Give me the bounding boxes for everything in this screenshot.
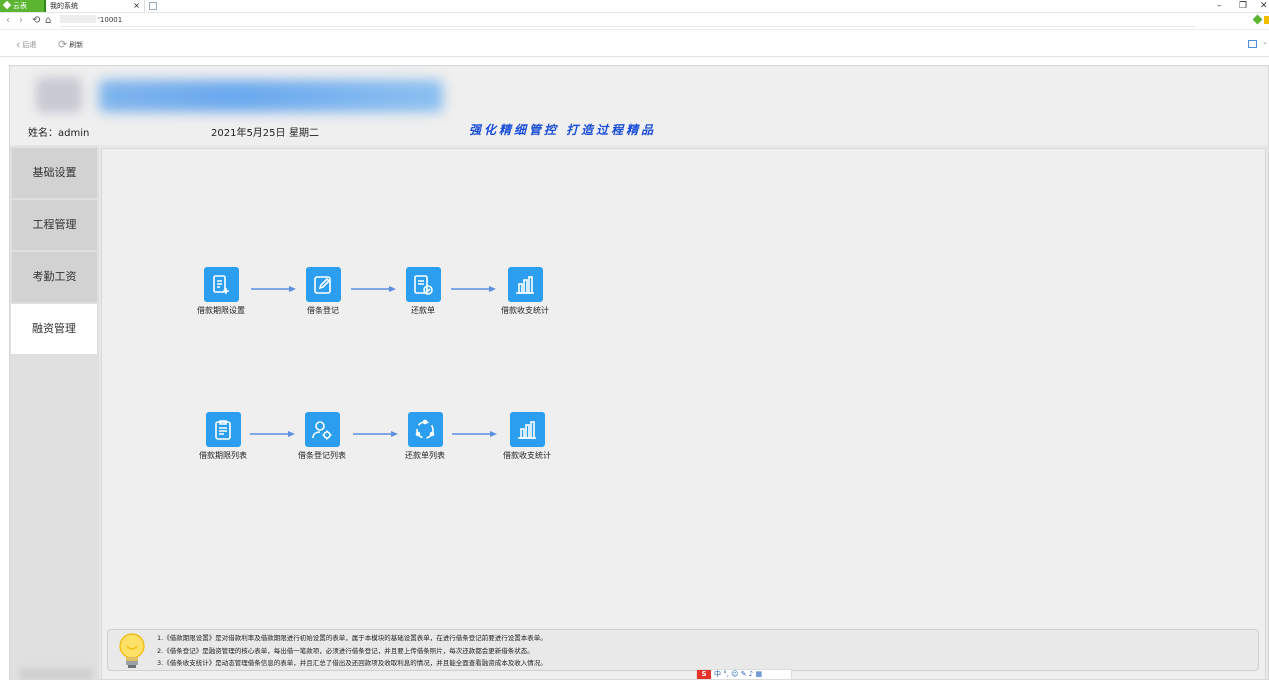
sogou-logo-icon: S bbox=[697, 670, 711, 679]
note-line-2: 2.《借条登记》是融资管理的核心表单，每出借一笔款项，必须进行借条登记，并且要上… bbox=[157, 647, 534, 655]
new-tab-icon[interactable] bbox=[149, 2, 157, 10]
flow-node-label: 借款收支统计 bbox=[501, 306, 549, 315]
chevron-down-icon[interactable]: ⌄ bbox=[1262, 38, 1268, 46]
note-line-3: 3.《借条收支统计》是动态管理借条信息的表单，并且汇总了借出及还回款项及收取利息… bbox=[157, 659, 547, 667]
address-blur bbox=[60, 15, 96, 23]
tab-close-icon[interactable]: × bbox=[133, 0, 140, 12]
address-bar[interactable]: '10001 bbox=[60, 15, 1196, 27]
main-content bbox=[101, 148, 1266, 680]
logo-image bbox=[36, 77, 82, 113]
window-mode-icon[interactable] bbox=[1248, 40, 1257, 48]
flow-node-repayment-list[interactable]: 还款单列表 bbox=[390, 412, 460, 461]
address-text: '10001 bbox=[98, 16, 123, 24]
sidebar-item-project-management[interactable]: 工程管理 bbox=[12, 200, 97, 250]
back-label: 后退 bbox=[22, 41, 37, 49]
ime-toolbar[interactable]: S中 °, ☺ ✎ ♪ ▦ bbox=[696, 669, 792, 680]
browser-home-icon[interactable]: ⌂ bbox=[45, 14, 51, 28]
flow-node-label: 还款单 bbox=[411, 306, 435, 315]
window-close-button[interactable]: ✕ bbox=[1260, 0, 1268, 12]
cloud-tab-label: 云表 bbox=[13, 2, 27, 10]
browser-reload-icon[interactable]: ⟲ bbox=[32, 14, 40, 28]
doc-plus-icon bbox=[203, 267, 239, 302]
system-title-image bbox=[99, 80, 443, 112]
window-restore-button[interactable]: ❐ bbox=[1239, 0, 1247, 12]
browser-tabbar: 云表 我的系统 × – ❐ ✕ bbox=[0, 0, 1269, 13]
ime-items: 中 °, ☺ ✎ ♪ ▦ bbox=[714, 670, 763, 678]
refresh-label: 刷新 bbox=[69, 41, 84, 49]
sidebar-item-attendance-payroll[interactable]: 考勤工资 bbox=[12, 252, 97, 302]
flow-node-label: 借款收支统计 bbox=[503, 451, 551, 460]
clipboard-icon bbox=[205, 412, 241, 447]
browser-back-icon[interactable]: ‹ bbox=[6, 14, 10, 28]
flow-node-repayment-form[interactable]: 还款单 bbox=[388, 267, 458, 316]
bar-chart-icon bbox=[507, 267, 543, 302]
flow-node-label: 借款期限列表 bbox=[199, 451, 247, 460]
doc-check-icon bbox=[405, 267, 441, 302]
sidebar: 基础设置 工程管理 考勤工资 融资管理 bbox=[10, 146, 99, 680]
flow-node-loan-term-list[interactable]: 借款期限列表 bbox=[188, 412, 258, 461]
sidebar-item-basic-settings[interactable]: 基础设置 bbox=[12, 148, 97, 198]
flow-node-iou-registration[interactable]: 借条登记 bbox=[288, 267, 358, 316]
sidebar-footer-blur bbox=[20, 668, 92, 680]
back-button[interactable]: ‹ 后退 bbox=[16, 39, 36, 51]
browser-tab-active[interactable]: 我的系统 × bbox=[47, 0, 145, 12]
lightbulb-icon bbox=[119, 633, 145, 668]
user-name: 姓名：admin bbox=[28, 128, 90, 139]
window-minimize-button[interactable]: – bbox=[1217, 0, 1222, 12]
cycle-icon bbox=[407, 412, 443, 447]
extension-icon[interactable] bbox=[1252, 14, 1263, 25]
extension-icon-2[interactable] bbox=[1264, 16, 1269, 24]
browser-tab-label: 我的系统 bbox=[50, 2, 78, 10]
diamond-icon bbox=[2, 0, 12, 10]
flow-node-label: 借款期限设置 bbox=[197, 306, 245, 315]
flow-node-loan-term-setting[interactable]: 借款期限设置 bbox=[186, 267, 256, 316]
current-date: 2021年5月25日 bbox=[211, 128, 286, 139]
flow-node-label: 借条登记 bbox=[307, 306, 339, 315]
flow-node-iou-list[interactable]: 借条登记列表 bbox=[287, 412, 357, 461]
chevron-left-icon: ‹ bbox=[16, 38, 21, 51]
refresh-icon: ⟳ bbox=[58, 38, 68, 51]
bar-chart-icon bbox=[509, 412, 545, 447]
user-gear-icon bbox=[304, 412, 340, 447]
browser-forward-icon[interactable]: › bbox=[19, 14, 23, 28]
tab-separator bbox=[44, 0, 46, 12]
flow-node-loan-statistics-2[interactable]: 借款收支统计 bbox=[492, 412, 562, 461]
refresh-button[interactable]: ⟳ 刷新 bbox=[58, 39, 83, 51]
cloud-tab[interactable]: 云表 bbox=[0, 0, 44, 12]
note-line-1: 1.《借款期限设置》是对借款利率及借款期限进行初始设置的表单，属于本模块的基础设… bbox=[157, 634, 547, 642]
browser-navbar: ‹ › ⟲ ⌂ '10001 bbox=[0, 13, 1269, 30]
slogan: 强化精细管控 打造过程精品 bbox=[469, 123, 657, 137]
flow-node-label: 还款单列表 bbox=[405, 451, 445, 460]
flow-node-label: 借条登记列表 bbox=[298, 451, 346, 460]
app-toolbar: ‹ 后退 ⟳ 刷新 ⌄ bbox=[0, 35, 1269, 57]
edit-icon bbox=[305, 267, 341, 302]
sidebar-item-financing-management[interactable]: 融资管理 bbox=[11, 304, 97, 354]
flow-node-loan-statistics[interactable]: 借款收支统计 bbox=[490, 267, 560, 316]
current-weekday: 星期二 bbox=[289, 128, 319, 139]
